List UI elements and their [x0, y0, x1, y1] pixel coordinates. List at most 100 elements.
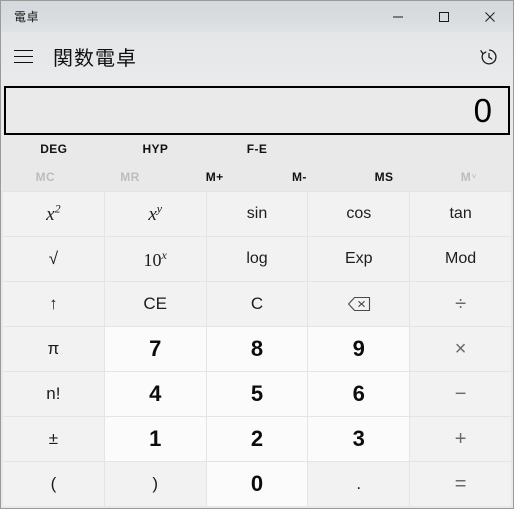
key-exp[interactable]: Exp — [308, 237, 410, 281]
close-button[interactable] — [467, 1, 513, 32]
memory-button-m-add[interactable]: M+ — [172, 163, 257, 191]
maximize-button[interactable] — [421, 1, 467, 32]
key-label: Exp — [345, 250, 373, 267]
close-icon — [485, 11, 495, 22]
key-sin[interactable]: sin — [206, 192, 308, 236]
calculator-body: 0 DEG HYP F-E MC MR M+ M- MS M ˅ x2 xy sin c… — [1, 81, 513, 508]
key-zero[interactable]: 0 — [206, 462, 308, 506]
mode-button-fe[interactable]: F-E — [206, 135, 308, 163]
key-label: n! — [46, 384, 61, 403]
history-button[interactable] — [465, 35, 513, 79]
page-title: 関数電卓 — [53, 48, 137, 70]
key-factorial[interactable]: n! — [3, 372, 104, 416]
key-add[interactable]: + — [410, 417, 511, 461]
key-label: 10x — [143, 247, 167, 270]
key-label: 3 — [352, 426, 365, 451]
keypad-grid: x2 xy sin cos tan √ 10x log Exp Mod ↑ CE C ÷ π 7 8 9 × n! 4 5… — [3, 191, 511, 506]
memory-button-ms[interactable]: MS — [342, 163, 427, 191]
key-label: π — [47, 339, 60, 358]
key-multiply[interactable]: × — [410, 327, 511, 371]
key-paren-open[interactable]: ( — [3, 462, 104, 506]
key-nine[interactable]: 9 — [308, 327, 410, 371]
key-label: CE — [143, 294, 167, 313]
key-paren-close[interactable]: ) — [104, 462, 206, 506]
key-label: ( — [50, 474, 57, 493]
key-equals[interactable]: = — [410, 462, 511, 506]
key-label: 5 — [250, 381, 264, 406]
key-eight[interactable]: 8 — [206, 327, 308, 371]
key-decimal[interactable]: . — [308, 462, 410, 506]
key-divide[interactable]: ÷ — [410, 282, 511, 326]
key-five[interactable]: 5 — [206, 372, 308, 416]
mode-button-hyp[interactable]: HYP — [105, 135, 207, 163]
key-clear-entry[interactable]: CE — [104, 282, 206, 326]
caption-button-group — [375, 1, 513, 32]
display-panel: 0 — [4, 86, 510, 135]
hamburger-line — [13, 62, 33, 63]
hamburger-line — [13, 50, 33, 51]
display-value: 0 — [473, 92, 492, 129]
key-backspace[interactable] — [308, 282, 410, 326]
key-ten-power-x[interactable]: 10x — [104, 237, 206, 281]
key-label: Mod — [445, 250, 477, 267]
key-label: 8 — [250, 336, 264, 361]
key-label: 0 — [250, 471, 264, 496]
key-subtract[interactable]: − — [410, 372, 511, 416]
key-plus-minus[interactable]: ± — [3, 417, 104, 461]
memory-dropdown-label: M — [460, 170, 472, 184]
key-label: ↑ — [49, 294, 58, 313]
chevron-down-icon: ˅ — [472, 173, 477, 181]
backspace-icon — [347, 296, 370, 312]
key-square[interactable]: x2 — [3, 192, 104, 236]
key-label: − — [454, 382, 467, 405]
title-bar: 電卓 — [1, 1, 513, 32]
key-four[interactable]: 4 — [104, 372, 206, 416]
key-label: ± — [48, 429, 59, 448]
key-pi[interactable]: π — [3, 327, 104, 371]
key-label: x2 — [46, 201, 61, 226]
key-label: + — [454, 427, 467, 450]
memory-button-m-subtract[interactable]: M- — [257, 163, 342, 191]
key-label: 6 — [352, 381, 365, 406]
key-label: tan — [449, 205, 472, 222]
key-label: 1 — [149, 426, 162, 451]
key-log[interactable]: log — [206, 237, 308, 281]
key-label: 2 — [250, 426, 264, 451]
mode-row: DEG HYP F-E — [3, 135, 511, 163]
history-clock-icon — [480, 48, 497, 65]
key-label: 9 — [352, 336, 365, 361]
key-one[interactable]: 1 — [104, 417, 206, 461]
key-label: . — [356, 474, 362, 493]
key-six[interactable]: 6 — [308, 372, 410, 416]
key-label: sin — [246, 205, 268, 222]
key-power[interactable]: xy — [104, 192, 206, 236]
key-clear[interactable]: C — [206, 282, 308, 326]
key-two[interactable]: 2 — [206, 417, 308, 461]
key-label: log — [246, 250, 268, 267]
key-sqrt[interactable]: √ — [3, 237, 104, 281]
mode-cell-empty — [409, 135, 511, 163]
key-label: ) — [152, 474, 159, 493]
key-label: √ — [48, 249, 59, 268]
key-tan[interactable]: tan — [410, 192, 511, 236]
memory-button-mr[interactable]: MR — [88, 163, 173, 191]
key-seven[interactable]: 7 — [104, 327, 206, 371]
hamburger-menu-icon[interactable] — [1, 35, 45, 79]
key-three[interactable]: 3 — [308, 417, 410, 461]
key-label: 7 — [149, 336, 162, 361]
key-label: ÷ — [455, 292, 467, 315]
mode-button-deg[interactable]: DEG — [3, 135, 105, 163]
minimize-button[interactable] — [375, 1, 421, 32]
key-label: 4 — [149, 381, 162, 406]
key-mod[interactable]: Mod — [410, 237, 511, 281]
maximize-icon — [439, 11, 449, 22]
minimize-icon — [393, 16, 403, 17]
memory-button-m-dropdown[interactable]: M ˅ — [426, 163, 511, 191]
key-cos[interactable]: cos — [308, 192, 410, 236]
mode-cell-empty — [308, 135, 410, 163]
key-shift-up[interactable]: ↑ — [3, 282, 104, 326]
key-label: xy — [148, 201, 163, 226]
memory-button-mc[interactable]: MC — [3, 163, 88, 191]
window-title: 電卓 — [14, 9, 40, 24]
key-label: × — [454, 337, 467, 360]
